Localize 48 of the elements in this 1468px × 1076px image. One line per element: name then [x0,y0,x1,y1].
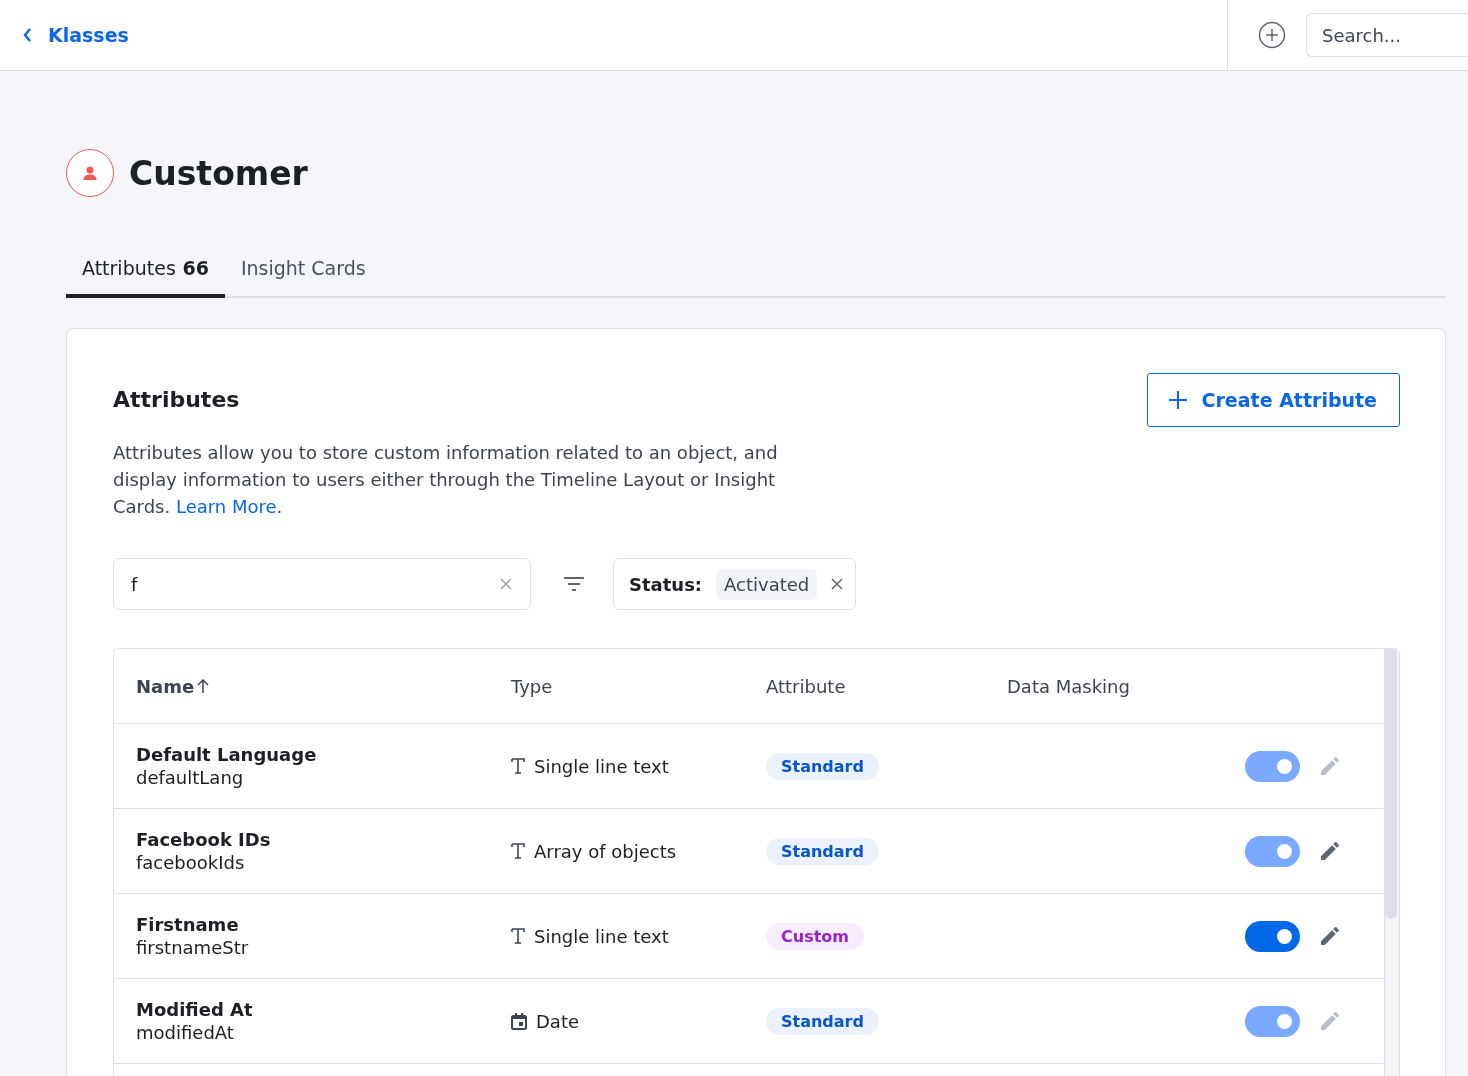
attribute-name: Default Language [136,744,318,765]
text-type-icon [511,843,525,859]
chip-label: Status: [629,573,703,595]
type-label: Array of objects [534,840,677,862]
attribute-name: Firstname [136,914,240,935]
tab[interactable]: Attributes 66 [66,249,225,298]
column-header[interactable]: Attribute [766,675,846,697]
attribute-tag: Standard [766,752,879,780]
column-header[interactable]: Data Masking [1007,675,1130,697]
plus-icon [1167,390,1188,410]
section-title: Attributes [113,387,240,412]
attribute-tag: Standard [766,1007,879,1035]
attribute-name: Facebook IDs [136,829,272,850]
attribute-key: modifiedAt [136,1022,511,1043]
attribute-key: defaultLang [136,767,511,788]
add-icon[interactable] [1258,21,1286,49]
person-icon [66,149,114,197]
attribute-tag: Standard [766,837,879,865]
type-label: Date [536,1010,580,1032]
column-header[interactable]: Name [136,675,195,697]
tab[interactable]: Insight Cards [224,249,382,298]
column-header[interactable]: Type [511,675,553,697]
page-title: Customer [129,153,308,193]
create-attribute-button[interactable]: Create Attribute [1146,373,1400,427]
back-icon[interactable] [22,27,32,43]
close-icon[interactable] [831,578,844,590]
attribute-key: facebookIds [136,852,511,873]
type-label: Single line text [534,755,669,777]
attribute-key: firstnameStr [136,937,511,958]
learn-more-link[interactable]: Learn More [175,496,277,517]
toggle-switch[interactable] [1245,920,1300,952]
chip-value: Activated [716,568,818,600]
search-field[interactable]: f [113,558,531,610]
scrollbar-thumb[interactable] [1385,649,1397,919]
status-filter-chip[interactable]: Status: Activated [613,558,857,610]
search-field[interactable]: Search... [1306,13,1468,57]
attribute-tag: Custom [766,922,864,950]
back-link[interactable]: Klasses [22,24,1227,46]
filter-icon[interactable] [563,576,585,592]
type-label: Single line text [534,925,669,947]
edit-icon[interactable] [1318,924,1342,948]
attribute-name: Modified At [136,999,254,1020]
text-type-icon [511,928,525,944]
calendar-icon [511,1012,527,1030]
description: Attributes allow you to store custom information related to an object, and display information to users either through the Timeline Layout or Insight Cards. Learn More. [113,441,779,519]
clear-icon[interactable] [500,578,512,590]
edit-icon[interactable] [1318,839,1342,863]
text-type-icon [511,758,525,774]
